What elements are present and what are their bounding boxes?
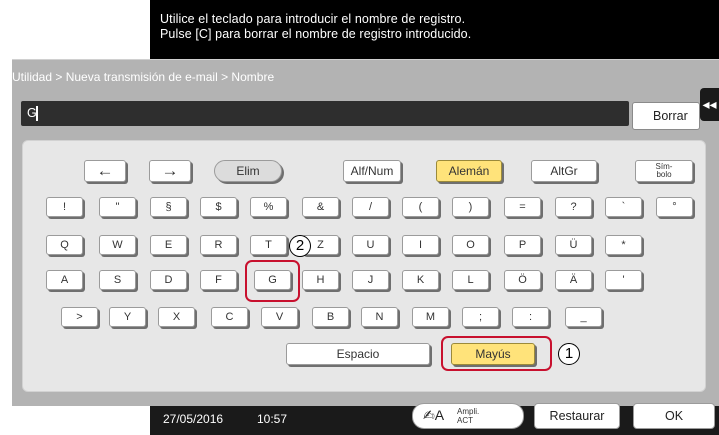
key-row4-8[interactable]: ;	[462, 307, 499, 327]
key-row4-1[interactable]: Y	[109, 307, 146, 327]
arrow-right-icon: →	[161, 161, 179, 180]
step-marker-2: 2	[289, 235, 311, 257]
key-row2-8[interactable]: O	[452, 235, 489, 255]
space-key[interactable]: Espacio	[286, 343, 430, 365]
key-row2-3[interactable]: R	[200, 235, 237, 255]
message-left-blank	[0, 0, 150, 59]
message-line-1: Utilice el teclado para introducir el no…	[160, 12, 466, 26]
key-row4-2[interactable]: X	[158, 307, 195, 327]
key-row1-10[interactable]: ?	[555, 197, 592, 217]
delete-key[interactable]: Elim	[214, 160, 282, 182]
key-row3-11[interactable]: '	[605, 270, 642, 290]
key-row1-8[interactable]: )	[452, 197, 489, 217]
key-row3-7[interactable]: K	[402, 270, 439, 290]
key-row1-0[interactable]: !	[46, 197, 83, 217]
key-row4-3[interactable]: C	[211, 307, 248, 327]
key-row2-2[interactable]: E	[150, 235, 187, 255]
status-date: 27/05/2016	[163, 412, 224, 426]
ampli-label-line1: Ampli.	[457, 407, 480, 416]
key-row3-3[interactable]: F	[200, 270, 237, 290]
highlight-g-key	[245, 260, 300, 302]
key-row4-5[interactable]: B	[312, 307, 349, 327]
language-aleman-key[interactable]: Alemán	[436, 160, 502, 182]
key-row2-4[interactable]: T	[250, 235, 287, 255]
key-row1-6[interactable]: /	[352, 197, 389, 217]
key-row3-10[interactable]: Ä	[555, 270, 592, 290]
key-row4-7[interactable]: M	[412, 307, 449, 327]
key-row2-11[interactable]: *	[605, 235, 642, 255]
key-row2-9[interactable]: P	[504, 235, 541, 255]
key-row2-0[interactable]: Q	[46, 235, 83, 255]
message-line-2: Pulse [C] para borrar el nombre de regis…	[160, 27, 472, 41]
key-row3-5[interactable]: H	[302, 270, 339, 290]
key-row2-7[interactable]: I	[402, 235, 439, 255]
key-row4-10[interactable]: _	[565, 307, 602, 327]
key-row4-6[interactable]: N	[361, 307, 398, 327]
key-row3-2[interactable]: D	[150, 270, 187, 290]
symbol-key-line2: bolo	[656, 170, 672, 179]
arrow-left-icon: ←	[96, 161, 114, 180]
ampli-label-line2: ACT	[457, 416, 473, 425]
breadcrumb: Utilidad > Nueva transmisión de e-mail >…	[12, 70, 275, 84]
cursor-left-key[interactable]: ←	[84, 160, 126, 182]
ampli-act-button[interactable]: ✍A Ampli. ACT	[412, 403, 524, 429]
key-row4-9[interactable]: :	[512, 307, 549, 327]
key-row2-6[interactable]: U	[352, 235, 389, 255]
key-row1-7[interactable]: (	[402, 197, 439, 217]
key-row2-1[interactable]: W	[99, 235, 136, 255]
key-row3-0[interactable]: A	[46, 270, 83, 290]
key-row1-1[interactable]: "	[99, 197, 136, 217]
step-marker-1: 1	[558, 343, 580, 365]
key-row1-11[interactable]: `	[605, 197, 642, 217]
key-row1-2[interactable]: §	[150, 197, 187, 217]
status-left-blank	[0, 406, 150, 435]
key-row3-8[interactable]: L	[452, 270, 489, 290]
altgr-key[interactable]: AltGr	[531, 160, 597, 182]
symbol-key[interactable]: Sím- bolo	[635, 160, 693, 182]
alfnum-key[interactable]: Alf/Num	[343, 160, 401, 182]
key-row1-4[interactable]: %	[250, 197, 287, 217]
key-row4-0[interactable]: >	[61, 307, 98, 327]
key-row1-9[interactable]: =	[504, 197, 541, 217]
name-input-field[interactable]: G	[21, 101, 629, 126]
key-row3-9[interactable]: Ö	[504, 270, 541, 290]
key-row3-1[interactable]: S	[99, 270, 136, 290]
restaurar-button[interactable]: Restaurar	[534, 403, 620, 429]
collapse-panel-button[interactable]: ◂◂	[700, 88, 719, 121]
highlight-shift-key	[441, 336, 552, 371]
text-caret	[36, 106, 38, 121]
cursor-right-key[interactable]: →	[149, 160, 191, 182]
key-row2-10[interactable]: Ü	[555, 235, 592, 255]
ok-button[interactable]: OK	[633, 403, 715, 429]
key-row1-3[interactable]: $	[200, 197, 237, 217]
status-time: 10:57	[257, 412, 288, 426]
ampli-glyph-icon: ✍A	[423, 407, 445, 423]
message-bar: Utilice el teclado para introducir el no…	[150, 0, 719, 59]
double-chevron-left-icon: ◂◂	[702, 96, 717, 112]
key-row1-12[interactable]: °	[656, 197, 693, 217]
borrar-button[interactable]: Borrar	[632, 102, 700, 130]
key-row1-5[interactable]: &	[302, 197, 339, 217]
key-row4-4[interactable]: V	[261, 307, 298, 327]
key-row3-6[interactable]: J	[352, 270, 389, 290]
